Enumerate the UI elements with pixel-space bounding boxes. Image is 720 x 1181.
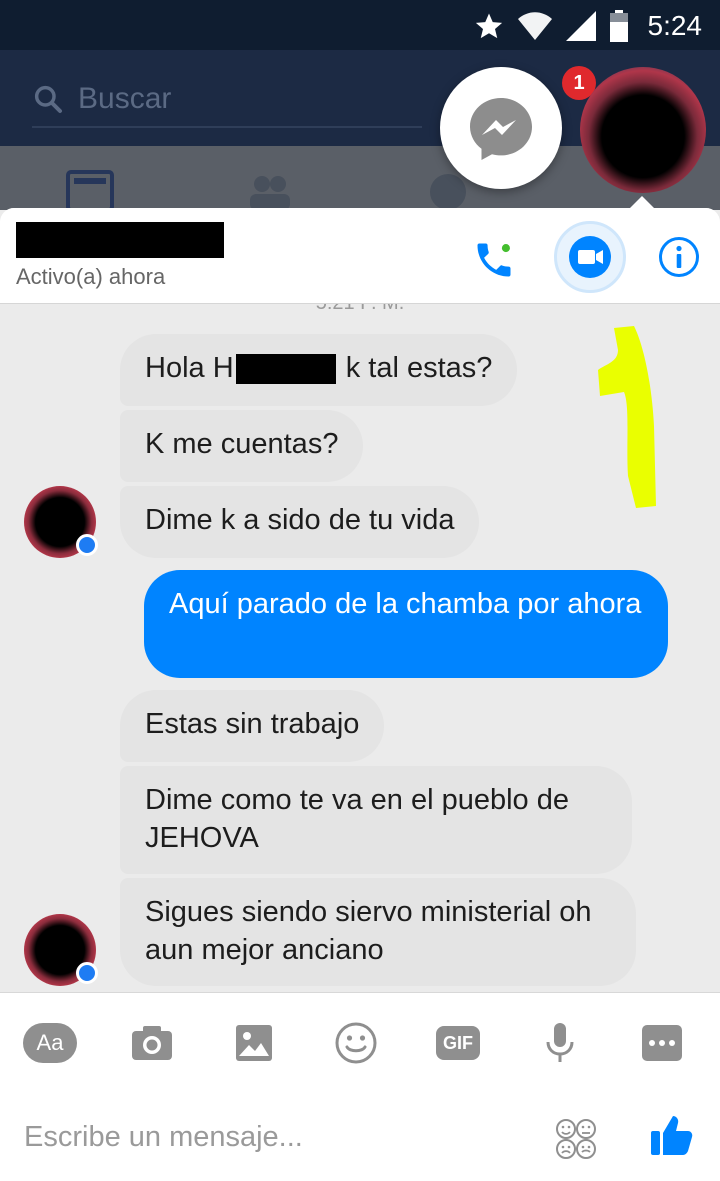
contact-chat-head[interactable] <box>580 67 706 193</box>
message-input[interactable] <box>24 1117 524 1157</box>
search-icon <box>34 85 62 113</box>
thumbs-up-icon <box>651 1116 693 1155</box>
incoming-message[interactable]: Hola H k tal estas? <box>120 334 518 406</box>
search-bar[interactable]: Buscar <box>32 72 422 128</box>
search-placeholder: Buscar <box>78 82 172 115</box>
text-style-icon: Aa <box>23 1023 77 1063</box>
camera-icon <box>132 1026 172 1060</box>
yellow-scribble <box>598 326 656 508</box>
voice-button[interactable] <box>532 1015 588 1071</box>
video-call-icon <box>569 236 611 278</box>
clock: 5:24 <box>647 10 703 41</box>
camera-button[interactable] <box>124 1015 180 1071</box>
info-icon <box>659 237 699 277</box>
call-button[interactable] <box>466 232 522 288</box>
stickers-icon <box>556 1119 596 1159</box>
image-icon <box>236 1025 272 1061</box>
news-feed-icon[interactable] <box>66 170 114 210</box>
incoming-message[interactable]: K me cuentas? <box>120 410 364 482</box>
messenger-badge-icon <box>76 962 98 984</box>
incoming-message[interactable]: Dime como te va en el pueblo de JEHOVA <box>120 766 632 874</box>
star-icon <box>475 13 502 39</box>
status-bar: 5:24 <box>0 0 720 50</box>
contact-avatar[interactable] <box>24 914 98 986</box>
message-composer: Aa GIF <box>0 992 720 1181</box>
messenger-icon <box>470 98 532 160</box>
contact-status: Activo(a) ahora <box>16 264 166 289</box>
like-button[interactable] <box>644 1107 700 1163</box>
microphone-icon <box>546 1023 574 1062</box>
contact-name-redacted[interactable] <box>16 222 224 258</box>
gallery-button[interactable] <box>226 1015 282 1071</box>
gif-icon: GIF <box>436 1026 480 1060</box>
signal-icon <box>565 11 596 41</box>
gif-button[interactable]: GIF <box>430 1015 486 1071</box>
globe-icon[interactable] <box>428 172 468 210</box>
outgoing-message[interactable]: Aquí parado de la chamba por ahora <box>144 570 668 678</box>
stickers-button[interactable] <box>548 1111 604 1167</box>
wifi-icon <box>517 12 552 40</box>
redacted-name <box>235 354 336 385</box>
more-dots-icon <box>642 1025 682 1061</box>
friends-icon[interactable] <box>246 172 294 210</box>
video-call-button[interactable] <box>554 221 626 293</box>
chat-header: Activo(a) ahora <box>0 208 720 304</box>
battery-icon <box>609 10 628 42</box>
phone-call-icon <box>477 243 511 277</box>
contact-avatar[interactable] <box>24 486 98 558</box>
messenger-badge-icon <box>76 534 98 556</box>
incoming-message[interactable]: Sigues siendo siervo ministerial oh aun … <box>120 878 636 986</box>
emoji-button[interactable] <box>328 1015 384 1071</box>
incoming-message[interactable]: Estas sin trabajo <box>120 690 385 762</box>
more-button[interactable] <box>634 1015 690 1071</box>
smiley-icon <box>335 1022 377 1064</box>
incoming-message[interactable]: Dime k a sido de tu vida <box>120 486 480 558</box>
messenger-chat-head[interactable] <box>440 67 562 189</box>
info-button[interactable] <box>654 232 704 282</box>
text-style-button[interactable]: Aa <box>22 1015 78 1071</box>
